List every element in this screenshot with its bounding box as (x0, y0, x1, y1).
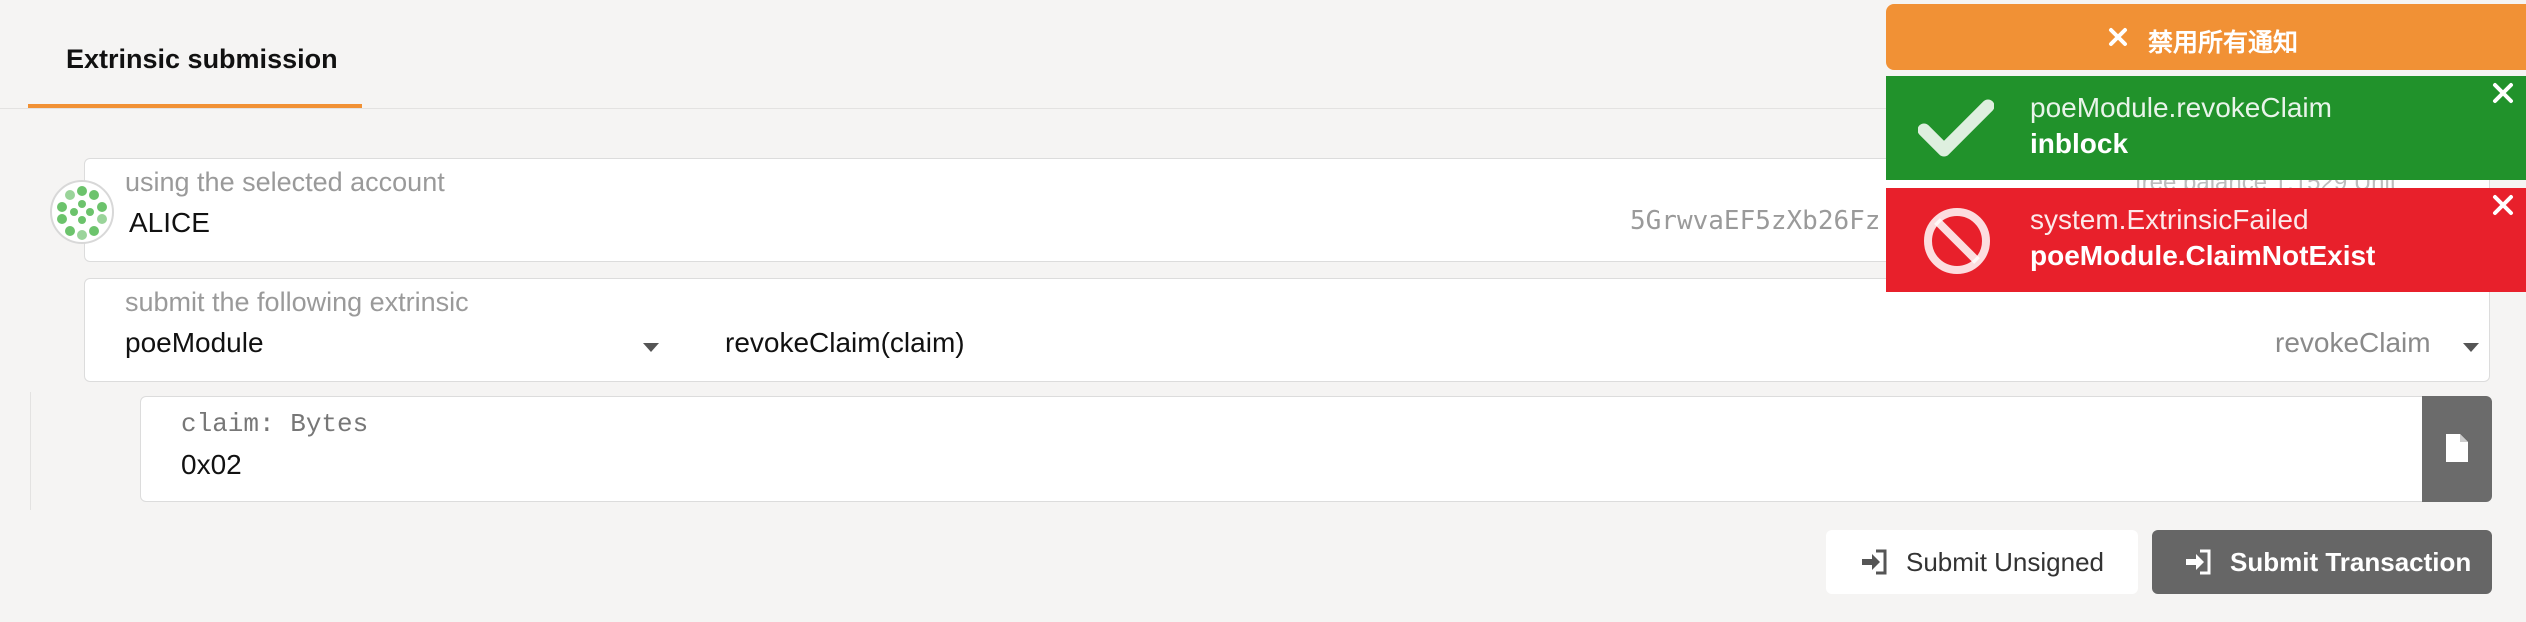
notification-success: poeModule.revokeClaim inblock (1886, 76, 2526, 180)
claim-input[interactable]: claim: Bytes 0x02 (140, 396, 2424, 502)
check-icon (1918, 99, 1994, 157)
account-name: ALICE (129, 207, 210, 238)
chevron-down-icon (643, 343, 659, 352)
chevron-down-icon (2463, 343, 2479, 352)
submit-unsigned-button[interactable]: Submit Unsigned (1826, 530, 2138, 594)
sign-in-icon (2186, 549, 2211, 575)
close-icon[interactable] (2492, 82, 2514, 104)
notification-error: system.ExtrinsicFailed poeModule.ClaimNo… (1886, 188, 2526, 292)
notification-title: poeModule.revokeClaim (2030, 92, 2332, 123)
module-value: poeModule (125, 327, 264, 358)
extrinsic-label: submit the following extrinsic (125, 287, 469, 317)
identicon-icon (57, 186, 107, 240)
notification-status: poeModule.ClaimNotExist (2030, 240, 2376, 271)
account-label: using the selected account (125, 167, 445, 197)
notification-status: inblock (2030, 128, 2129, 159)
tab-label: Extrinsic submission (66, 44, 338, 74)
claim-value: 0x02 (181, 449, 242, 480)
submit-unsigned-label: Submit Unsigned (1906, 547, 2104, 577)
account-avatar (50, 180, 114, 244)
method-signature: revokeClaim(claim) (725, 327, 965, 358)
account-address: 5GrwvaEF5zXb26Fz (1630, 206, 1881, 236)
file-upload-button[interactable] (2422, 396, 2492, 502)
disable-all-label: 禁用所有通知 (2148, 29, 2299, 57)
ban-icon (1924, 208, 1990, 274)
file-icon (2446, 434, 2468, 462)
disable-all-notifications-button[interactable]: 禁用所有通知 (1886, 4, 2526, 70)
close-icon (2109, 28, 2127, 46)
method-name: revokeClaim (2275, 327, 2431, 358)
claim-label: claim: Bytes (181, 409, 369, 439)
module-dropdown[interactable]: poeModule (85, 319, 665, 379)
method-dropdown[interactable]: revokeClaim(claim) revokeClaim (685, 319, 2485, 379)
extrinsic-selector: submit the following extrinsic poeModule… (84, 278, 2490, 382)
submit-transaction-label: Submit Transaction (2230, 547, 2472, 577)
close-icon[interactable] (2492, 194, 2514, 216)
sign-in-icon (1862, 549, 1887, 575)
tab-extrinsic-submission[interactable]: Extrinsic submission (28, 0, 362, 108)
submit-transaction-button[interactable]: Submit Transaction (2152, 530, 2492, 594)
notification-title: system.ExtrinsicFailed (2030, 204, 2309, 235)
